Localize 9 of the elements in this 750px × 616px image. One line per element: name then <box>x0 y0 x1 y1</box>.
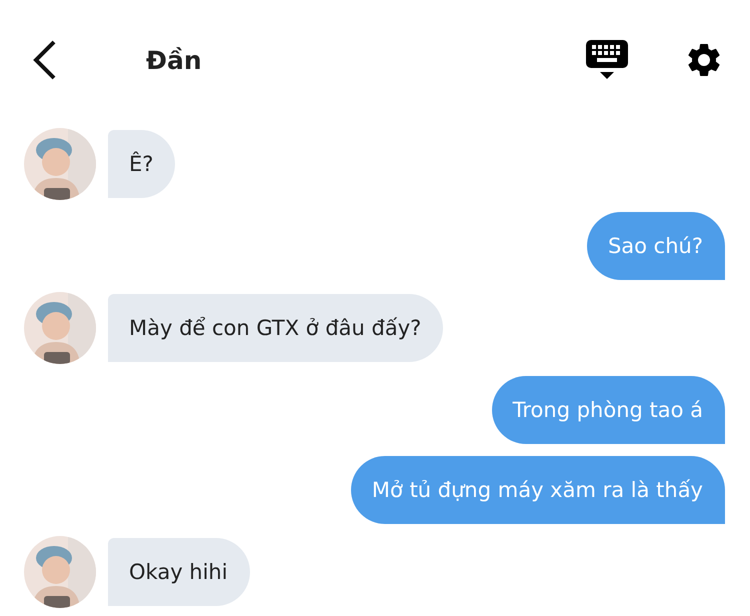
message-bubble: Mở tủ đựng máy xăm ra là thấy <box>350 456 725 524</box>
message-bubble: Ê? <box>108 130 176 198</box>
message-bubble: Okay hihi <box>108 538 250 606</box>
message-bubble: Mày để con GTX ở đâu đấy? <box>108 294 444 362</box>
chat-title: Đần <box>146 46 202 74</box>
back-icon[interactable] <box>32 40 58 80</box>
message-bubble: Sao chú? <box>586 212 725 280</box>
message-bubble: Trong phòng tao á <box>492 376 725 444</box>
keyboard-icon[interactable] <box>586 40 628 80</box>
